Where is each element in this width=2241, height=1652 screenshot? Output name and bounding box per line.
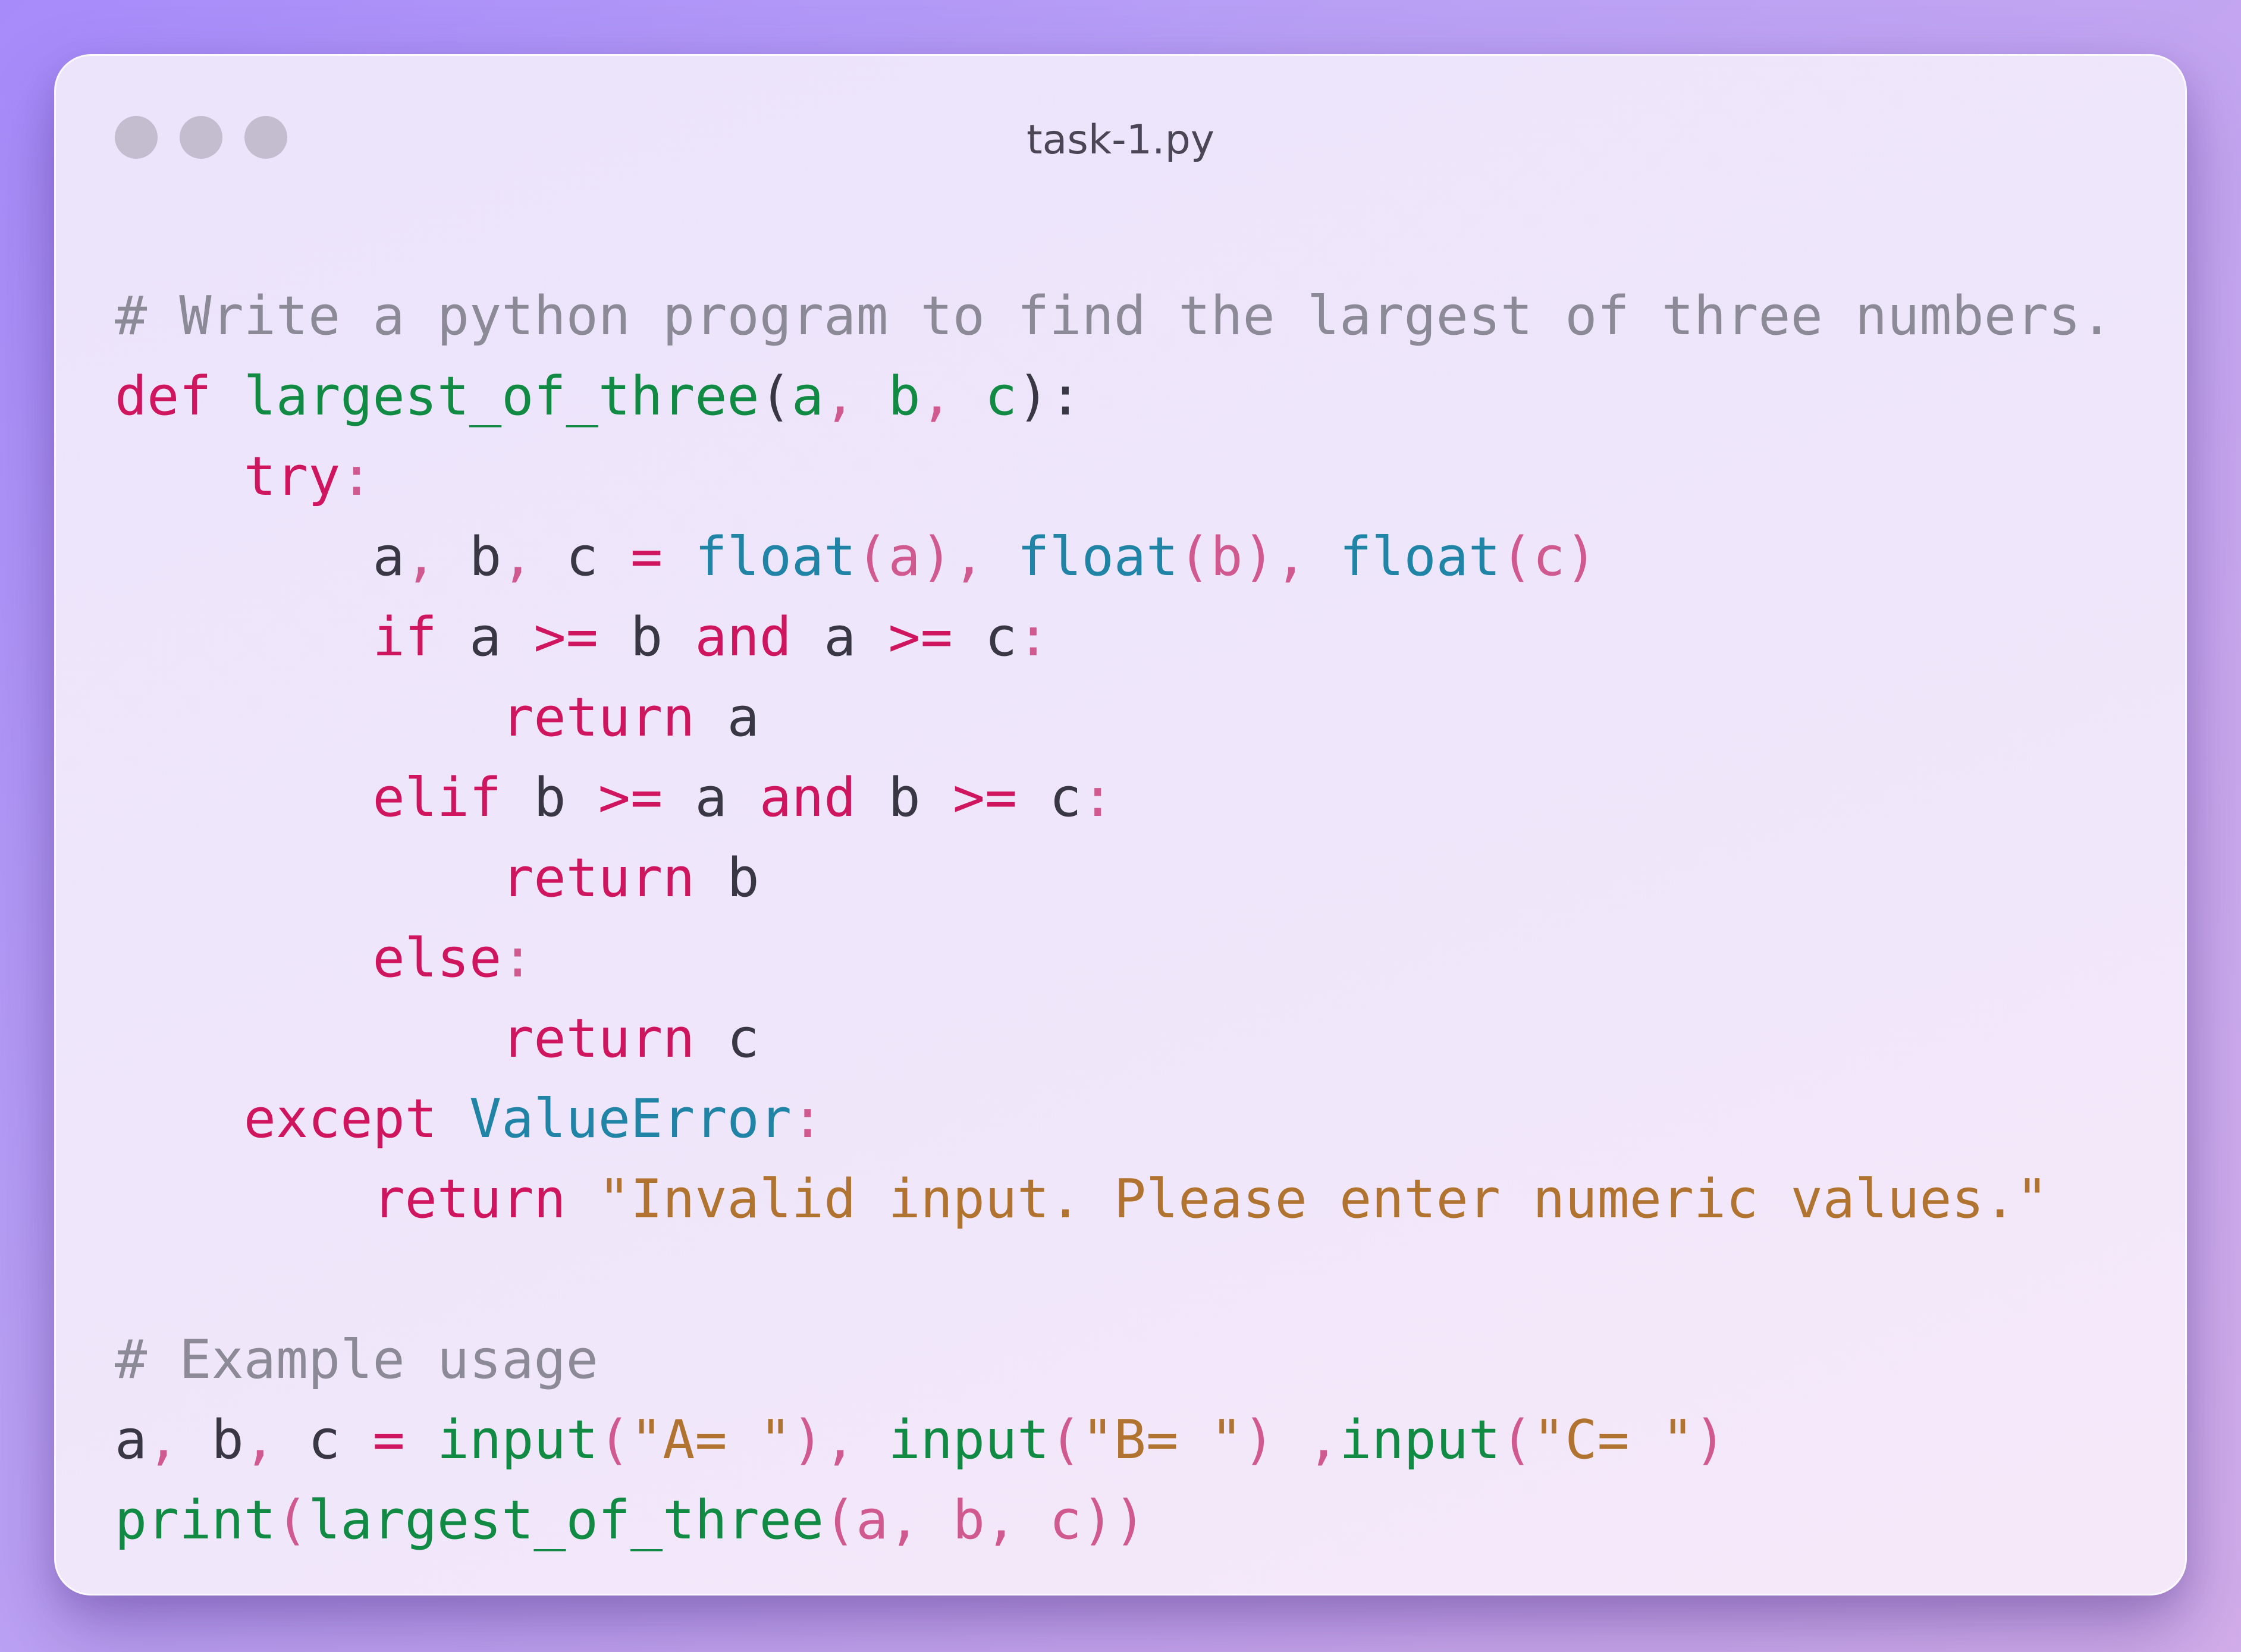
window-title: task-1.py bbox=[1027, 117, 1214, 164]
code-line: a, b, c = input("A= "), input("B= ") ,in… bbox=[115, 1409, 1727, 1471]
code-line: return "Invalid input. Please enter nume… bbox=[372, 1168, 2049, 1230]
code-block: # Write a python program to find the lar… bbox=[115, 276, 2161, 1560]
code-line: return a bbox=[501, 686, 759, 749]
code-window: task-1.py # Write a python program to fi… bbox=[54, 54, 2187, 1596]
code-line: if a >= b and a >= c: bbox=[372, 606, 1050, 668]
code-line: def largest_of_three(a, b, c): bbox=[115, 365, 1082, 428]
code-line: # Example usage bbox=[115, 1328, 598, 1391]
code-line: elif b >= a and b >= c: bbox=[372, 767, 1114, 829]
code-line: else: bbox=[372, 927, 534, 990]
code-line: try: bbox=[243, 445, 373, 508]
code-line: return c bbox=[501, 1007, 759, 1070]
code-line: except ValueError: bbox=[243, 1088, 824, 1150]
code-line: ​ bbox=[115, 1239, 2161, 1320]
code-line: return b bbox=[501, 847, 759, 909]
code-line: print(largest_of_three(a, b, c)) bbox=[115, 1489, 1146, 1552]
code-line: # Write a python program to find the lar… bbox=[115, 285, 2113, 347]
code-line: a, b, c = float(a), float(b), float(c) bbox=[372, 526, 1597, 588]
